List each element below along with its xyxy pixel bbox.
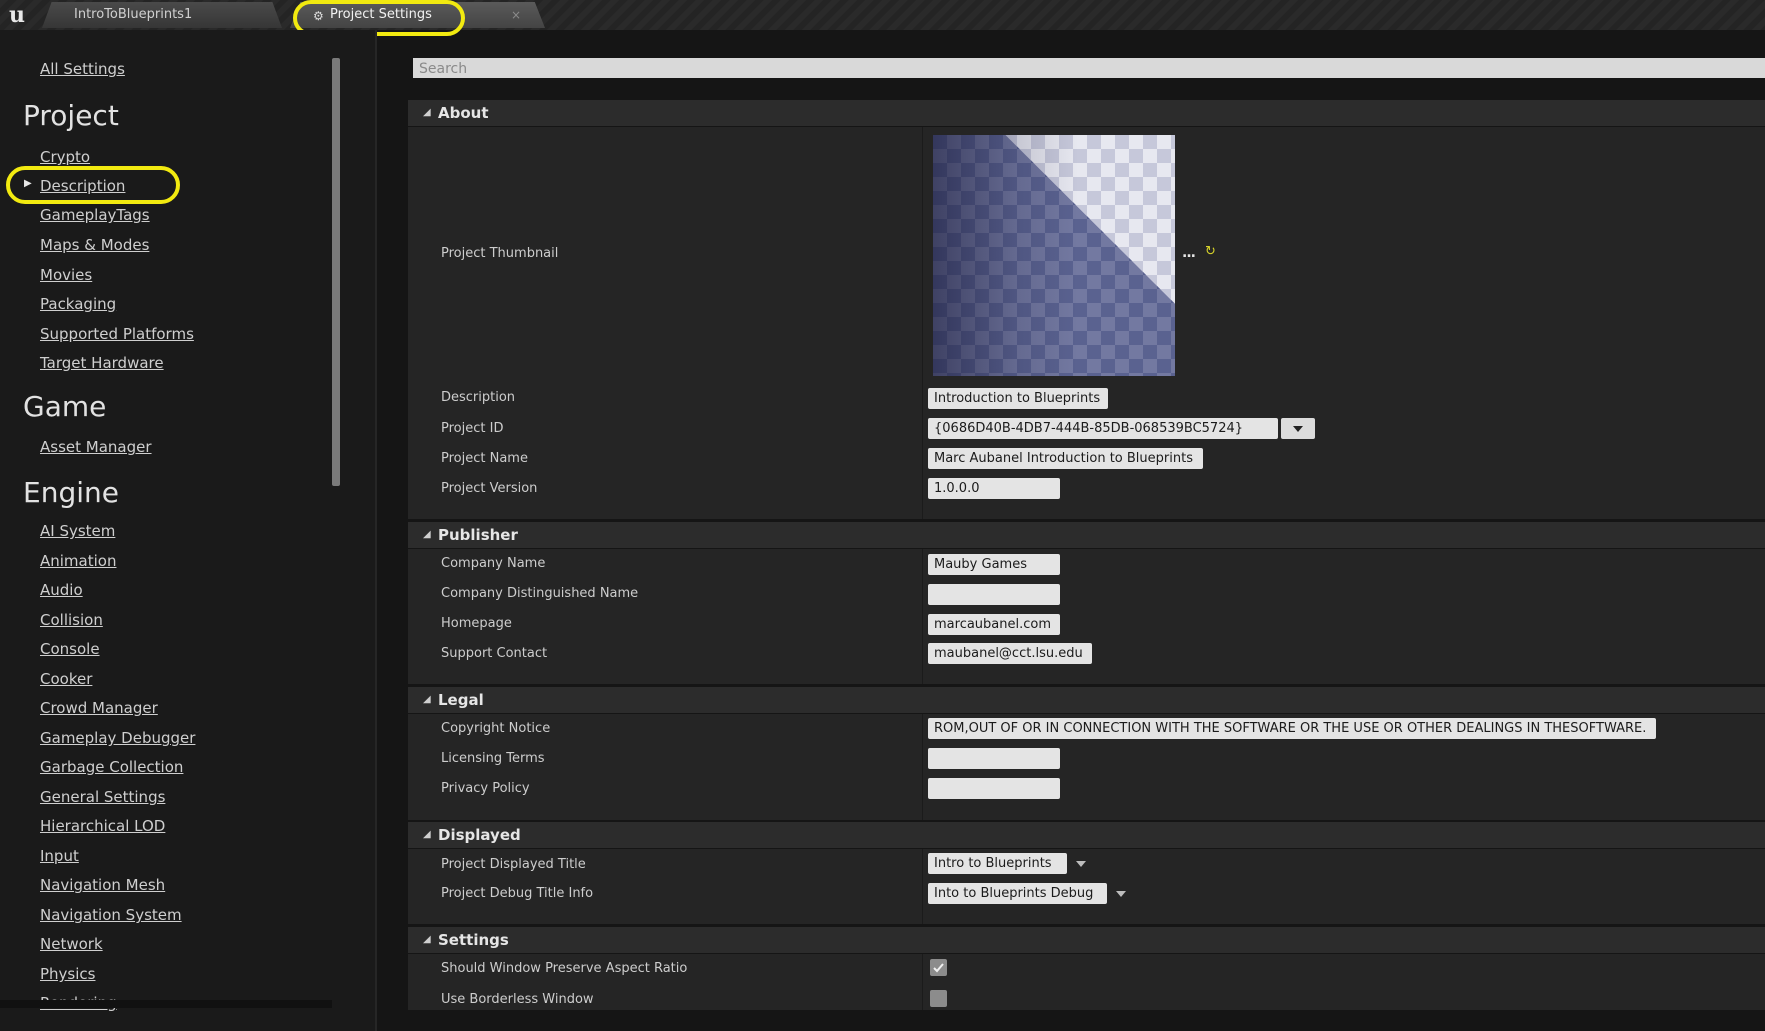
label-project-debug-title-info: Project Debug Title Info xyxy=(441,886,594,901)
label-privacy-policy: Privacy Policy xyxy=(441,781,530,796)
label-project-name: Project Name xyxy=(441,451,528,466)
sidebar-heading-project: Project xyxy=(23,99,119,132)
preserve-aspect-ratio-checkbox[interactable] xyxy=(930,959,947,976)
reset-arrow-icon[interactable]: ↻ xyxy=(1205,244,1216,259)
support-contact-field[interactable]: maubanel@cct.lsu.edu xyxy=(928,643,1092,664)
copyright-notice-field[interactable]: ROM,OUT OF OR IN CONNECTION WITH THE SOF… xyxy=(928,718,1656,739)
section-header-publisher[interactable]: ◢ Publisher xyxy=(408,522,1765,548)
section-header-legal[interactable]: ◢ Legal xyxy=(408,687,1765,713)
label-support-contact: Support Contact xyxy=(441,646,548,661)
label-preserve-aspect-ratio: Should Window Preserve Aspect Ratio xyxy=(441,961,688,976)
project-name-field[interactable]: Marc Aubanel Introduction to Blueprints xyxy=(928,448,1203,469)
sidebar-item-crowd-manager[interactable]: Crowd Manager xyxy=(40,699,158,717)
sidebar-item-collision[interactable]: Collision xyxy=(40,611,103,629)
sidebar-item-navigation-mesh[interactable]: Navigation Mesh xyxy=(40,876,165,894)
all-settings-link[interactable]: All Settings xyxy=(40,60,125,78)
label-description: Description xyxy=(441,390,516,405)
label-company-distinguished-name: Company Distinguished Name xyxy=(441,586,639,601)
sidebar-item-supported-platforms[interactable]: Supported Platforms xyxy=(40,325,194,343)
section-title: About xyxy=(438,104,489,122)
search-input[interactable] xyxy=(413,59,1765,79)
project-thumbnail-image[interactable] xyxy=(933,135,1175,376)
section-title: Publisher xyxy=(438,526,518,544)
project-id-dropdown-button[interactable] xyxy=(1281,418,1315,439)
column-divider xyxy=(922,549,923,684)
collapse-triangle-icon: ◢ xyxy=(423,529,431,540)
sidebar-item-gameplay-debugger[interactable]: Gameplay Debugger xyxy=(40,729,195,747)
unreal-logo-icon[interactable]: u xyxy=(4,2,30,28)
licensing-terms-field[interactable] xyxy=(928,748,1060,769)
section-title: Settings xyxy=(438,931,509,949)
label-company-name: Company Name xyxy=(441,556,546,571)
company-name-field[interactable]: Mauby Games xyxy=(928,554,1060,575)
highlight-annotation xyxy=(6,166,180,204)
sidebar-item-input[interactable]: Input xyxy=(40,847,79,865)
sidebar-item-movies[interactable]: Movies xyxy=(40,266,92,284)
sidebar-item-asset-manager[interactable]: Asset Manager xyxy=(40,438,152,456)
label-use-borderless-window: Use Borderless Window xyxy=(441,992,594,1007)
privacy-policy-field[interactable] xyxy=(928,778,1060,799)
label-licensing-terms: Licensing Terms xyxy=(441,751,545,766)
sidebar-item-general-settings[interactable]: General Settings xyxy=(40,788,165,806)
collapse-triangle-icon: ◢ xyxy=(423,107,431,118)
column-divider xyxy=(922,127,923,519)
section-header-about[interactable]: ◢ About xyxy=(408,100,1765,126)
section-header-settings[interactable]: ◢ Settings xyxy=(408,927,1765,953)
sidebar-item-packaging[interactable]: Packaging xyxy=(40,295,116,313)
column-divider xyxy=(922,714,923,820)
sidebar-item-network[interactable]: Network xyxy=(40,935,103,953)
use-borderless-window-checkbox[interactable] xyxy=(930,990,947,1007)
project-version-field[interactable]: 1.0.0.0 xyxy=(928,478,1060,499)
browse-more-button[interactable]: ... xyxy=(1182,245,1196,261)
close-tab-icon[interactable]: × xyxy=(511,8,521,22)
checkmark-icon xyxy=(933,963,944,973)
sidebar-heading-game: Game xyxy=(23,390,107,423)
project-displayed-title-field[interactable]: Intro to Blueprints xyxy=(928,853,1067,874)
sidebar-heading-engine: Engine xyxy=(23,476,119,509)
sidebar-scrollbar[interactable] xyxy=(332,58,340,486)
homepage-field[interactable]: marcaubanel.com xyxy=(928,614,1060,635)
label-project-displayed-title: Project Displayed Title xyxy=(441,857,586,872)
project-id-field[interactable]: {0686D40B-4DB7-444B-85DB-068539BC5724} xyxy=(928,418,1278,439)
thumbnail-shading xyxy=(933,135,1175,376)
collapse-triangle-icon: ◢ xyxy=(423,694,431,705)
sidebar-item-hierarchical-lod[interactable]: Hierarchical LOD xyxy=(40,817,165,835)
sidebar-bottom-edge xyxy=(0,1000,332,1008)
sidebar-item-ai-system[interactable]: AI System xyxy=(40,522,115,540)
tab-label: IntroToBlueprints1 xyxy=(74,7,193,22)
sidebar-item-navigation-system[interactable]: Navigation System xyxy=(40,906,182,924)
description-field[interactable]: Introduction to Blueprints xyxy=(928,388,1108,409)
project-debug-title-field[interactable]: Into to Blueprints Debug xyxy=(928,883,1107,904)
label-copyright-notice: Copyright Notice xyxy=(441,721,551,736)
column-divider xyxy=(922,849,923,924)
label-homepage: Homepage xyxy=(441,616,512,631)
sidebar-item-garbage-collection[interactable]: Garbage Collection xyxy=(40,758,183,776)
company-distinguished-name-field[interactable] xyxy=(928,584,1060,605)
sidebar-item-crypto[interactable]: Crypto xyxy=(40,148,90,166)
sidebar-item-physics[interactable]: Physics xyxy=(40,965,95,983)
label-project-id: Project ID xyxy=(441,421,504,436)
sidebar-item-cooker[interactable]: Cooker xyxy=(40,670,92,688)
sidebar-item-maps-modes[interactable]: Maps & Modes xyxy=(40,236,149,254)
column-divider xyxy=(922,954,923,1010)
section-header-displayed[interactable]: ◢ Displayed xyxy=(408,822,1765,848)
section-title: Legal xyxy=(438,691,484,709)
label-project-version: Project Version xyxy=(441,481,538,496)
sidebar-item-audio[interactable]: Audio xyxy=(40,581,83,599)
dropdown-arrow-icon[interactable] xyxy=(1116,891,1126,897)
dropdown-arrow-icon[interactable] xyxy=(1076,861,1086,867)
sidebar-item-animation[interactable]: Animation xyxy=(40,552,116,570)
search-box[interactable] xyxy=(413,58,1765,79)
tab-bar: u IntroToBlueprints1 Project Settings ⚙ … xyxy=(0,0,1765,30)
label-project-thumbnail: Project Thumbnail xyxy=(441,246,559,261)
collapse-triangle-icon: ◢ xyxy=(423,829,431,840)
sidebar-item-console[interactable]: Console xyxy=(40,640,100,658)
sidebar-item-target-hardware[interactable]: Target Hardware xyxy=(40,354,164,372)
collapse-triangle-icon: ◢ xyxy=(423,934,431,945)
sidebar-divider xyxy=(375,30,377,1031)
sidebar-item-gameplaytags[interactable]: GameplayTags xyxy=(40,206,150,224)
tab-intro-to-blueprints[interactable]: IntroToBlueprints1 xyxy=(42,2,282,28)
section-title: Displayed xyxy=(438,826,521,844)
